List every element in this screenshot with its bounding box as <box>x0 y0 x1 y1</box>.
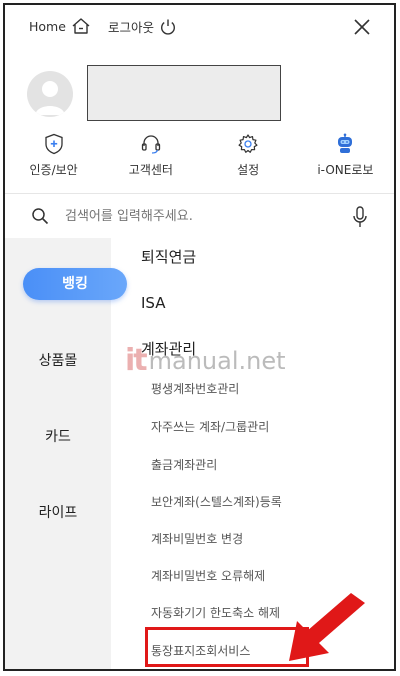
search-icon[interactable] <box>31 207 49 225</box>
top-bar: Home 로그아웃 <box>5 5 394 53</box>
menu-item[interactable]: 출금계좌관리 <box>151 456 217 473</box>
menu-section-pension[interactable]: 퇴직연금 <box>141 246 196 267</box>
logout-button[interactable]: 로그아웃 <box>108 17 177 36</box>
divider <box>5 193 394 194</box>
menu-section-account-management[interactable]: 계좌관리 <box>141 338 196 359</box>
quick-customer-center-label: 고객센터 <box>128 163 173 177</box>
microphone-icon[interactable] <box>352 206 368 228</box>
user-icon <box>35 81 65 115</box>
quick-customer-center[interactable]: 고객센터 <box>102 133 199 189</box>
quick-menu: 인증/보안 고객센터 설정 i-ONE로보 <box>5 133 394 189</box>
category-life[interactable]: 라이프 <box>5 502 111 522</box>
close-icon[interactable] <box>352 17 372 37</box>
menu-item[interactable]: 자주쓰는 계좌/그룹관리 <box>151 418 269 435</box>
menu-item[interactable]: 평생계좌번호관리 <box>151 380 239 397</box>
home-icon <box>72 18 90 34</box>
logout-label: 로그아웃 <box>108 20 155 35</box>
shield-plus-icon <box>44 133 63 155</box>
search-input[interactable] <box>65 204 335 228</box>
quick-robot-label: i-ONE로보 <box>317 163 374 177</box>
arrow-icon <box>289 593 365 661</box>
menu-item[interactable]: 보안계좌(스텔스계좌)등록 <box>151 493 282 510</box>
user-name-box <box>87 65 281 121</box>
home-label: Home <box>29 18 66 34</box>
menu-section-isa[interactable]: ISA <box>141 294 166 312</box>
headset-icon <box>141 135 161 154</box>
menu-item[interactable]: 계좌비밀번호 변경 <box>151 530 243 547</box>
category-shopping-mall[interactable]: 상품몰 <box>5 350 111 370</box>
avatar[interactable] <box>27 71 73 117</box>
quick-security[interactable]: 인증/보안 <box>5 133 102 189</box>
menu-item[interactable]: 계좌비밀번호 오류해제 <box>151 567 265 584</box>
quick-security-label: 인증/보안 <box>29 163 78 177</box>
quick-settings-label: 설정 <box>237 163 260 177</box>
power-icon <box>161 19 176 35</box>
gear-icon <box>238 134 258 153</box>
app-frame: Home 로그아웃 인증/보안 고객센터 설정 i-ONE로보 검색어를 입력해… <box>3 3 396 671</box>
quick-settings[interactable]: 설정 <box>200 133 297 189</box>
home-button[interactable]: Home <box>29 17 91 35</box>
robot-icon <box>338 133 353 153</box>
quick-robot[interactable]: i-ONE로보 <box>297 133 394 189</box>
category-card[interactable]: 카드 <box>5 426 111 446</box>
search-bar <box>5 195 394 237</box>
category-sidebar: 뱅킹 상품몰 카드 라이프 <box>5 238 127 669</box>
